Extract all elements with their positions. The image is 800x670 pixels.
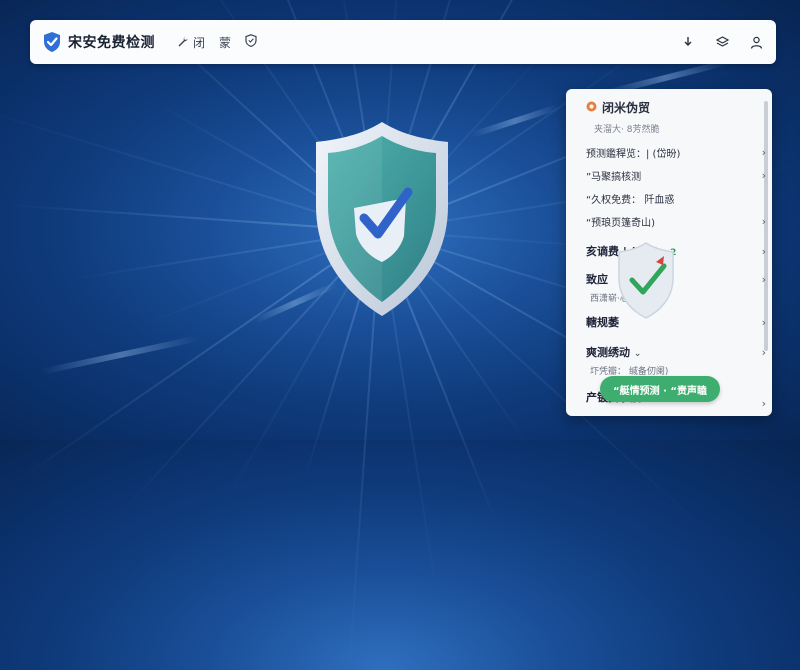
chevron-right-icon: › [761, 215, 766, 228]
nav-item-label: 蒙 [219, 35, 232, 50]
brand[interactable]: 宋安免费检测 [42, 31, 155, 53]
list-item[interactable]: 爽测绣动 ⌄ › [586, 344, 766, 360]
chevron-right-icon: › [761, 169, 766, 182]
wrench-icon [177, 35, 189, 50]
security-shield-illustration [312, 118, 452, 318]
layers-icon[interactable] [714, 34, 730, 50]
download-icon[interactable] [680, 34, 696, 50]
light-streak [41, 335, 199, 375]
shield-small-icon [245, 34, 257, 50]
panel-header: 闭米伪贸 [586, 99, 748, 116]
top-actions [680, 34, 764, 50]
app-title: 宋安免费检测 [68, 35, 155, 51]
list-item-label: 爽测绣动 ⌄ [586, 346, 642, 359]
chevron-right-icon: › [761, 146, 766, 159]
list-item[interactable]: “预琅页篷奇山) › [586, 214, 766, 229]
panel-subtitle: 夹溜大· 8芳然脆 [594, 125, 660, 135]
list-item-label: 轄规萎 [586, 316, 619, 329]
list-item[interactable]: ”马聚搞核测 › [586, 168, 766, 183]
mini-shield-icon [616, 240, 676, 320]
user-icon[interactable] [748, 34, 764, 50]
top-app-bar: 宋安免费检测 闭 蒙 [30, 20, 776, 64]
nav-item-second[interactable]: 蒙 [219, 34, 231, 51]
nav-item-tools[interactable]: 闭 [177, 34, 205, 51]
list-item-label: “预琅页篷奇山) [586, 218, 656, 229]
top-nav: 闭 蒙 [177, 34, 257, 51]
list-item-label: 预测鑑稈览：| (岱昐) [586, 149, 681, 160]
list-item[interactable]: 预测鑑稈览：| (岱昐) › [586, 145, 766, 160]
light-streak [471, 104, 559, 138]
chevron-right-icon: › [761, 315, 766, 329]
chevron-right-icon: › [761, 272, 766, 286]
list-item[interactable]: “久权免费： 阡血惑 [586, 191, 748, 206]
chevron-right-icon: › [761, 345, 766, 359]
chevron-right-icon: › [761, 397, 766, 410]
panel-title: 闭米伪贸 [602, 101, 651, 115]
nav-item-label: 闭 [193, 35, 206, 50]
chevron-right-icon: › [761, 244, 766, 258]
chevron-down-icon: ⌄ [633, 349, 642, 359]
nav-item-shield[interactable] [245, 34, 257, 50]
list-item-label: 致应 [586, 273, 608, 286]
list-item-label: “久权免费： 阡血惑 [586, 195, 675, 206]
start-scan-button[interactable]: “艇情预测 · “责声瞌 [600, 376, 720, 402]
shield-check-icon [42, 31, 62, 53]
alert-dot-icon [586, 101, 597, 115]
list-item-label: ”马聚搞核测 [586, 172, 642, 183]
